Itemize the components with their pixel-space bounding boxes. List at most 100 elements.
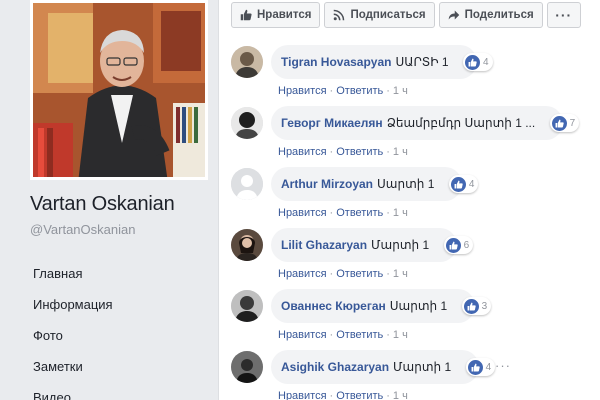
like-reaction-icon (467, 359, 483, 375)
nav-item-notes[interactable]: Заметки (33, 351, 113, 382)
reaction-badge[interactable]: 4 (448, 175, 479, 193)
comment-like-link[interactable]: Нравится (278, 329, 327, 341)
comments-panel: Нравится Подписаться Поделиться ··· Tigr… (218, 0, 600, 400)
nav-item-home[interactable]: Главная (33, 258, 113, 289)
page-actions: Нравится Подписаться Поделиться ··· (231, 2, 581, 28)
comment-text: Սարտի (377, 177, 425, 191)
comment-author[interactable]: Ованнес Кюреган (281, 299, 386, 313)
profile-sidebar: Vartan Oskanian @VartanOskanian Главная … (0, 0, 220, 400)
comment-like-link[interactable]: Нравится (278, 85, 327, 97)
reaction-badge[interactable]: 6 (443, 236, 474, 254)
reaction-badge[interactable]: 4 (465, 358, 496, 376)
comment-time[interactable]: 1 ч (393, 329, 408, 341)
comment-time[interactable]: 1 ч (393, 146, 408, 158)
comment-count: 1 (440, 299, 448, 313)
comment-text: Մարտի (371, 238, 420, 252)
meta-separator: · (329, 329, 334, 341)
comment-text: ՍԱՐՏԻ (395, 55, 439, 69)
avatar-image (231, 351, 263, 383)
like-reaction-icon (465, 54, 481, 70)
nav-item-videos[interactable]: Видео (33, 382, 113, 400)
comment-author[interactable]: Asighik Ghazaryan (281, 360, 389, 374)
like-reaction-icon (445, 237, 461, 253)
comment-list: Tigran Hovasapyan ՍԱՐՏԻ 1 4 Нравится · Отв… (231, 38, 600, 400)
comment-time[interactable]: 1 ч (393, 85, 408, 97)
reaction-badge[interactable]: 3 (461, 297, 492, 315)
comment-like-link[interactable]: Нравится (278, 146, 327, 158)
default-avatar-icon (231, 168, 263, 200)
rss-icon (334, 9, 345, 21)
comment-options-button[interactable]: ··· (495, 358, 511, 373)
reaction-count: 4 (485, 361, 492, 373)
reaction-count: 7 (569, 117, 576, 129)
comment-meta: Нравится · Ответить · 1 ч (278, 85, 408, 97)
comment-reply-link[interactable]: Ответить (336, 146, 383, 158)
comment-reply-link[interactable]: Ответить (336, 268, 383, 280)
meta-separator: · (386, 85, 390, 97)
comment-time[interactable]: 1 ч (393, 268, 408, 280)
meta-separator: · (329, 207, 334, 219)
like-page-button[interactable]: Нравится (231, 2, 321, 28)
comment-bubble: Tigran Hovasapyan ՍԱՐՏԻ 1 4 (271, 45, 493, 79)
profile-photo[interactable] (30, 0, 208, 180)
comment-text: Ձեամրբմդր Սարտի (386, 116, 512, 130)
comment-bubble: Arthur Mirzoyan Սարտի 1 4 (271, 167, 479, 201)
comment-time[interactable]: 1 ч (393, 207, 408, 219)
comment-author[interactable]: Lilit Ghazaryan (281, 238, 367, 252)
comment-bubble: Lilit Ghazaryan Մարտի 1 6 (271, 228, 474, 262)
comment-item: Lilit Ghazaryan Մարտի 1 6 Нравится · Ответ… (231, 221, 600, 282)
comment-like-link[interactable]: Нравится (278, 390, 327, 400)
meta-separator: · (386, 268, 390, 280)
avatar-image (231, 46, 263, 78)
avatar[interactable] (231, 229, 263, 261)
comment-reply-link[interactable]: Ответить (336, 85, 383, 97)
more-actions-button[interactable]: ··· (546, 2, 581, 28)
profile-handle[interactable]: @VartanOskanian (30, 222, 135, 237)
nav-item-photos[interactable]: Фото (33, 320, 113, 351)
like-reaction-icon (463, 298, 479, 314)
comment-bubble: Геворг Микаелян Ձեամրբմդր Սարտի 1 ... 7 (271, 106, 580, 140)
avatar[interactable] (231, 46, 263, 78)
subscribe-button[interactable]: Подписаться (324, 2, 435, 28)
meta-separator: · (386, 207, 390, 219)
meta-separator: · (386, 390, 390, 400)
reaction-badge[interactable]: 4 (463, 53, 493, 71)
comment-bubble: Asighik Ghazaryan Մարտի 1 4 (271, 350, 496, 384)
reaction-badge[interactable]: 7 (549, 114, 580, 132)
profile-name[interactable]: Vartan Oskanian (30, 193, 175, 216)
comment-item: Arthur Mirzoyan Սարտի 1 4 Нравится · Ответ… (231, 160, 600, 221)
comment-meta: Нравится · Ответить · 1 ч (278, 268, 408, 280)
meta-separator: · (386, 146, 390, 158)
comment-count: 1 (444, 360, 452, 374)
comment-like-link[interactable]: Нравится (278, 268, 327, 280)
avatar[interactable] (231, 351, 263, 383)
comment-meta: Нравится · Ответить · 1 ч (278, 207, 408, 219)
comment-meta: Нравится · Ответить · 1 ч (278, 390, 408, 400)
comment-author[interactable]: Геворг Микаелян (281, 116, 383, 130)
avatar[interactable] (231, 290, 263, 322)
like-page-label: Нравится (257, 9, 312, 21)
comment-reply-link[interactable]: Ответить (336, 207, 383, 219)
avatar[interactable] (231, 107, 263, 139)
comment-reply-link[interactable]: Ответить (336, 390, 383, 400)
comment-meta: Нравится · Ответить · 1 ч (278, 329, 408, 341)
avatar[interactable] (231, 168, 263, 200)
meta-separator: · (329, 146, 334, 158)
comment-count: 1 ... (515, 116, 536, 130)
comment-like-link[interactable]: Нравится (278, 207, 327, 219)
comment-reply-link[interactable]: Ответить (336, 329, 383, 341)
meta-separator: · (329, 268, 334, 280)
meta-separator: · (386, 329, 390, 341)
share-label: Поделиться (464, 9, 534, 21)
comment-item: Tigran Hovasapyan ՍԱՐՏԻ 1 4 Нравится · Отв… (231, 38, 600, 99)
share-button[interactable]: Поделиться (438, 2, 543, 28)
comment-time[interactable]: 1 ч (393, 390, 408, 400)
comment-author[interactable]: Tigran Hovasapyan (281, 55, 391, 69)
nav-item-about[interactable]: Информация (33, 289, 113, 320)
meta-separator: · (329, 390, 334, 400)
reaction-count: 3 (481, 300, 488, 312)
comment-author[interactable]: Arthur Mirzoyan (281, 177, 373, 191)
comment-item: Ованнес Кюреган Սարտի 1 3 Нравится · Ответ… (231, 282, 600, 343)
profile-photo-image (33, 3, 205, 177)
thumbs-up-icon (240, 9, 252, 21)
